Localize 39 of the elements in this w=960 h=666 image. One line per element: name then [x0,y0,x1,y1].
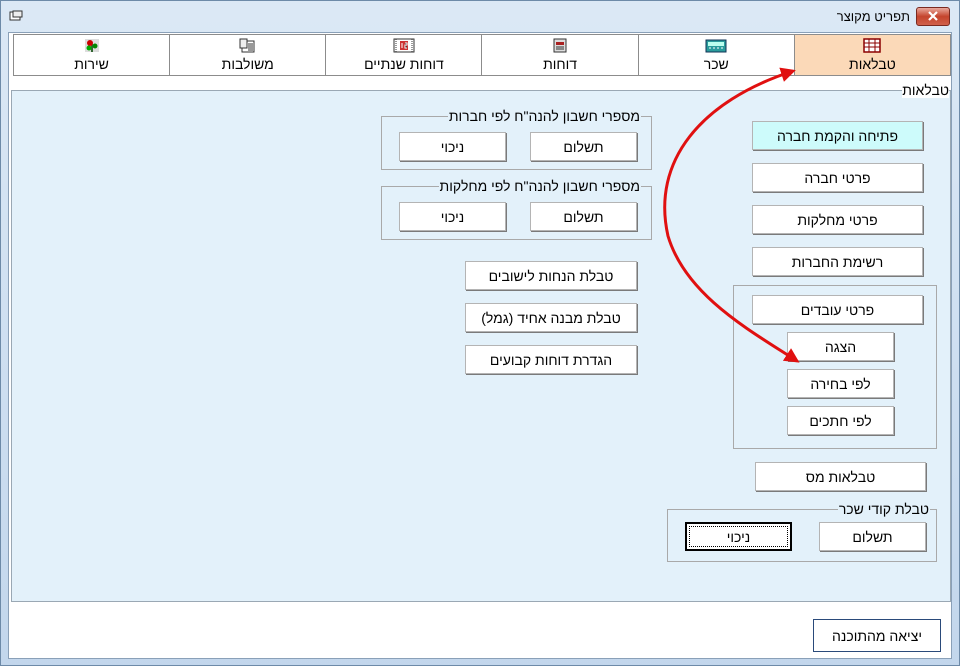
window-title: תפריט מקוצר [836,8,910,24]
tab[interactable]: דוחות שנתיים [326,34,482,76]
report-icon [551,38,570,53]
menu-button[interactable]: תשלום [530,202,637,231]
menu-button[interactable]: ניכוי [399,132,506,161]
menu-button[interactable]: פרטי מחלקות [752,205,923,234]
panel-title: טבלאות [902,82,949,98]
menu-button[interactable]: ניכוי [399,202,506,231]
calculator-icon [705,38,728,53]
menu-button[interactable]: הגדרת דוחות קבועים [465,345,637,374]
tab[interactable]: שכר [638,34,795,76]
group-title: מספרי חשבון להנה"ח לפי חברות [448,108,641,124]
menu-button[interactable]: פרטי חברה [752,163,923,192]
menu-button[interactable]: לפי חתכים [787,406,894,435]
close-icon [927,11,939,21]
tab[interactable]: משולבות [170,34,326,76]
menu-button[interactable]: ניכוי [685,522,792,551]
menu-button[interactable]: תשלום [530,132,637,161]
menu-button[interactable]: הצגה [787,332,894,361]
exit-button[interactable]: יציאה מהתוכנה [813,619,941,652]
tab[interactable]: טבלאות [794,34,951,76]
menu-button[interactable]: לפי בחירה [787,369,894,398]
menu-button[interactable]: טבלאות מס [755,462,926,491]
plant-icon [82,38,101,53]
app-icon[interactable] [9,10,23,22]
close-button[interactable] [916,6,950,26]
menu-button[interactable]: טבלת הנחות לישובים [465,261,637,290]
menu-button[interactable]: פרטי עובדים [752,295,923,324]
menu-button[interactable]: רשימת החברות [752,247,923,276]
tab[interactable]: דוחות [482,34,639,76]
calendar-icon [392,38,415,53]
menu-button[interactable]: פתיחה והקמת חברה [752,121,923,150]
table-icon [863,38,882,53]
document-icon [238,38,257,53]
tab[interactable]: שירות [12,34,170,76]
group-title: טבלת קודי שכר [838,501,930,517]
group-title: מספרי חשבון להנה"ח לפי מחלקות [438,178,641,194]
menu-button[interactable]: טבלת מבנה אחיד (גמל) [465,303,637,332]
menu-button[interactable]: תשלום [819,522,926,551]
